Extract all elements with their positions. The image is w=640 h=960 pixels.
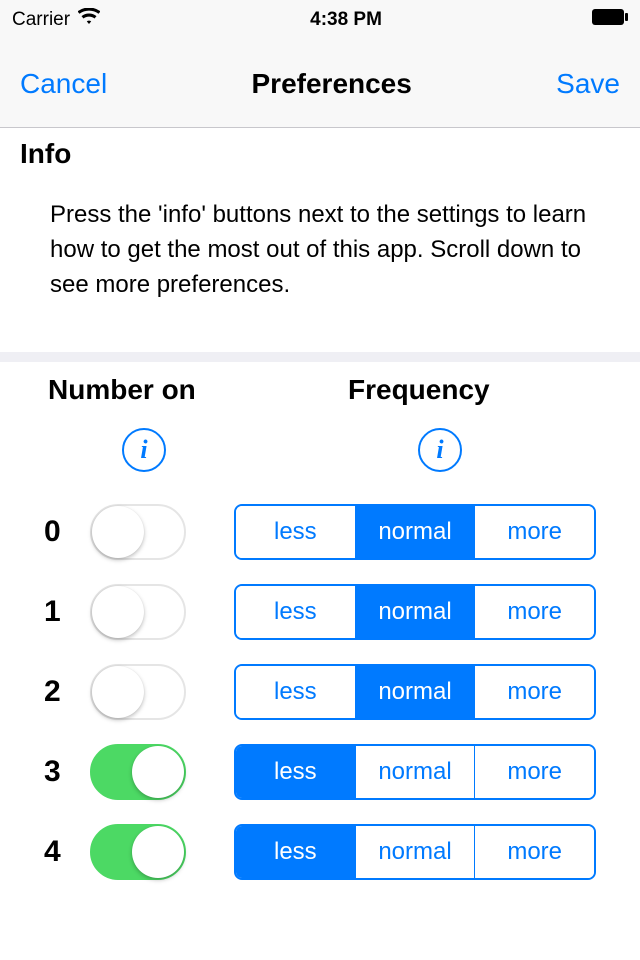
row-number-label: 4 bbox=[44, 835, 72, 869]
nav-bar: Cancel Preferences Save bbox=[0, 40, 640, 128]
segment-less[interactable]: less bbox=[236, 506, 356, 558]
info-description: Press the 'info' buttons next to the set… bbox=[0, 178, 640, 352]
frequency-segmented-control[interactable]: lessnormalmore bbox=[234, 744, 596, 800]
segment-more[interactable]: more bbox=[475, 746, 594, 798]
pref-row: 0 lessnormalmore bbox=[0, 492, 640, 572]
segment-less[interactable]: less bbox=[236, 826, 356, 878]
carrier-label: Carrier bbox=[12, 9, 70, 31]
row-number-label: 3 bbox=[44, 755, 72, 789]
page-title: Preferences bbox=[252, 68, 412, 100]
wifi-icon bbox=[78, 8, 100, 32]
info-icons-row: i i bbox=[0, 418, 640, 492]
row-number-label: 2 bbox=[44, 675, 72, 709]
segment-more[interactable]: more bbox=[475, 826, 594, 878]
segment-normal[interactable]: normal bbox=[356, 666, 476, 718]
segment-normal[interactable]: normal bbox=[356, 506, 476, 558]
number-on-toggle[interactable] bbox=[90, 744, 186, 800]
battery-icon bbox=[592, 9, 628, 31]
toggle-knob bbox=[92, 586, 144, 638]
info-section-header: Info bbox=[0, 128, 640, 178]
number-on-toggle[interactable] bbox=[90, 584, 186, 640]
column-header-number-on: Number on bbox=[48, 374, 348, 406]
frequency-segmented-control[interactable]: lessnormalmore bbox=[234, 664, 596, 720]
segment-normal[interactable]: normal bbox=[356, 586, 476, 638]
column-header-frequency: Frequency bbox=[348, 374, 592, 406]
number-on-toggle[interactable] bbox=[90, 504, 186, 560]
segment-more[interactable]: more bbox=[475, 586, 594, 638]
pref-row: 3 lessnormalmore bbox=[0, 732, 640, 812]
segment-less[interactable]: less bbox=[236, 586, 356, 638]
number-on-toggle[interactable] bbox=[90, 664, 186, 720]
number-on-toggle[interactable] bbox=[90, 824, 186, 880]
pref-row: 2 lessnormalmore bbox=[0, 652, 640, 732]
toggle-knob bbox=[132, 826, 184, 878]
row-number-label: 0 bbox=[44, 515, 72, 549]
segment-normal[interactable]: normal bbox=[356, 826, 476, 878]
pref-row: 1 lessnormalmore bbox=[0, 572, 640, 652]
segment-less[interactable]: less bbox=[236, 746, 356, 798]
status-bar: Carrier 4:38 PM bbox=[0, 0, 640, 40]
section-spacer bbox=[0, 352, 640, 362]
frequency-segmented-control[interactable]: lessnormalmore bbox=[234, 584, 596, 640]
preferences-rows: 0lessnormalmore1lessnormalmore2lessnorma… bbox=[0, 492, 640, 892]
status-time: 4:38 PM bbox=[310, 9, 382, 31]
cancel-button[interactable]: Cancel bbox=[20, 68, 107, 100]
frequency-segmented-control[interactable]: lessnormalmore bbox=[234, 504, 596, 560]
segment-more[interactable]: more bbox=[475, 506, 594, 558]
columns-header: Number on Frequency bbox=[0, 362, 640, 418]
row-number-label: 1 bbox=[44, 595, 72, 629]
segment-normal[interactable]: normal bbox=[356, 746, 476, 798]
pref-row: 4 lessnormalmore bbox=[0, 812, 640, 892]
info-icon-frequency[interactable]: i bbox=[418, 428, 462, 472]
toggle-knob bbox=[92, 666, 144, 718]
toggle-knob bbox=[92, 506, 144, 558]
frequency-segmented-control[interactable]: lessnormalmore bbox=[234, 824, 596, 880]
segment-less[interactable]: less bbox=[236, 666, 356, 718]
segment-more[interactable]: more bbox=[475, 666, 594, 718]
info-icon-number-on[interactable]: i bbox=[122, 428, 166, 472]
toggle-knob bbox=[132, 746, 184, 798]
save-button[interactable]: Save bbox=[556, 68, 620, 100]
